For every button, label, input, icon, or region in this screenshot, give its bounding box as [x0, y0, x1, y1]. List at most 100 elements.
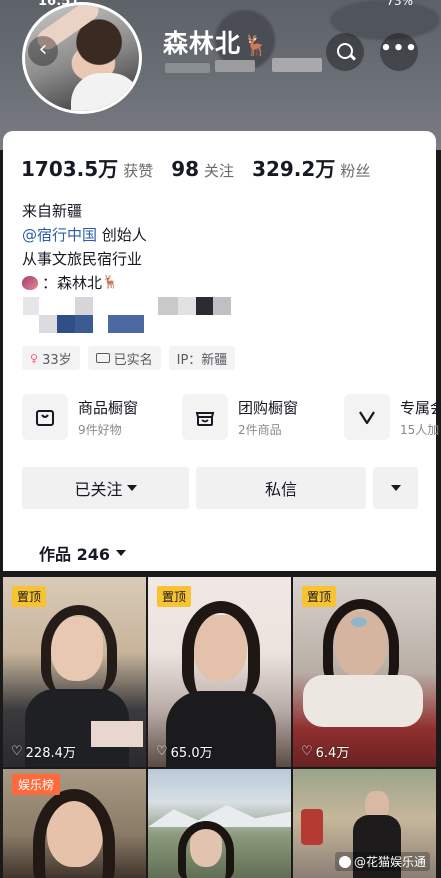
pixelated-redaction — [158, 297, 178, 315]
figure-hair — [33, 789, 115, 878]
chevron-left-icon: ‹ — [38, 37, 48, 62]
pixelated-redaction — [75, 315, 93, 333]
figure-ornament — [351, 617, 367, 627]
search-icon[interactable] — [326, 33, 364, 71]
pixelated-redaction — [39, 315, 57, 333]
tag-verified-text: 已实名 — [113, 352, 153, 368]
female-icon: ♀ — [30, 351, 39, 365]
followers-label: 粉丝 — [340, 162, 371, 180]
bag-icon — [22, 394, 68, 440]
tag-age: ♀ 33岁 — [22, 346, 80, 370]
blurred-id — [272, 58, 322, 72]
follow-button-label: 已关注 — [74, 480, 123, 499]
mention-role: 创始人 — [97, 226, 147, 244]
watermark: @花猫娱乐通 — [334, 852, 430, 871]
figure-hair — [41, 605, 117, 695]
caret-down-icon — [390, 485, 401, 491]
following-count[interactable]: 98 — [171, 157, 199, 181]
profile-stats: 1703.5万 获赞 98 关注 329.2万 粉丝 — [21, 153, 388, 182]
post-thumbnail[interactable]: 置顶 ♡ 228.4万 — [3, 577, 146, 767]
heart-icon: ♡ — [301, 744, 313, 759]
caret-down-icon — [115, 550, 126, 556]
tag-ip: IP：新疆 — [168, 346, 236, 370]
watermark-text: @花猫娱乐通 — [353, 855, 426, 869]
id-card-icon — [95, 353, 110, 363]
tab-works-label: 作品 246 — [39, 545, 110, 564]
post-likes-count: 228.4万 — [25, 746, 76, 761]
back-button[interactable]: ‹ — [28, 36, 58, 66]
pinned-badge: 置顶 — [12, 586, 47, 607]
post-likes: ♡ 65.0万 — [156, 742, 213, 761]
profile-card: 1703.5万 获赞 98 关注 329.2万 粉丝 来自新疆 @宿行中国 创始… — [3, 131, 441, 571]
shop-group-title: 团购橱窗 — [238, 398, 299, 417]
mention-link[interactable]: @宿行中国 — [22, 226, 97, 244]
profile-name: 森林北 🦌 — [163, 24, 269, 60]
status-battery: 73% — [386, 0, 413, 8]
heart-icon: ♡ — [156, 744, 168, 759]
figure-paper — [91, 721, 143, 747]
shop-goods[interactable]: 商品橱窗 9件好物 — [22, 394, 138, 440]
post-thumbnail[interactable]: 娱乐榜 — [3, 769, 146, 878]
pixelated-redaction — [178, 297, 196, 315]
shop-goods-subtitle: 9件好物 — [78, 422, 122, 437]
bio-line: ：森林北 🦌 — [22, 271, 147, 295]
post-thumbnail[interactable]: 置顶 ♡ 6.4万 — [293, 577, 436, 767]
store-icon — [182, 394, 228, 440]
heart-icon: ♡ — [11, 744, 23, 759]
profile-actions: 已关注 私信 — [22, 467, 418, 509]
v-icon — [344, 394, 390, 440]
shop-exclusive[interactable]: 专属会 15人加 — [344, 394, 441, 440]
figure-scarf — [303, 675, 423, 727]
followers-count[interactable]: 329.2万 — [252, 153, 335, 182]
deer-emoji: 🦌 — [243, 33, 269, 57]
entertainment-rank-badge: 娱乐榜 — [12, 774, 61, 795]
blurred-id — [215, 60, 255, 72]
background-figure — [301, 809, 323, 845]
more-options-button[interactable] — [373, 467, 418, 509]
profile-name-text: 森林北 — [163, 29, 242, 58]
blurred-id — [165, 63, 210, 73]
shop-exclusive-title: 专属会 — [400, 398, 441, 417]
post-likes-count: 65.0万 — [170, 746, 213, 761]
post-likes: ♡ 6.4万 — [301, 742, 349, 761]
bio-line: 从事文旅民宿行业 — [22, 250, 143, 268]
message-button[interactable]: 私信 — [196, 467, 366, 509]
post-thumbnail[interactable]: 置顶 ♡ 65.0万 — [148, 577, 291, 767]
message-button-label: 私信 — [264, 480, 297, 499]
shop-goods-title: 商品橱窗 — [78, 398, 139, 417]
likes-count[interactable]: 1703.5万 — [21, 153, 118, 182]
pixelated-redaction — [108, 315, 144, 333]
mountain-shape — [148, 805, 291, 827]
tab-works[interactable]: 作品 246 — [39, 541, 126, 565]
pixelated-redaction — [75, 297, 93, 315]
pixelated-redaction — [213, 297, 231, 315]
pixelated-redaction — [57, 315, 75, 333]
bio-line4-text: ：森林北 — [42, 274, 103, 292]
shop-group-subtitle: 2件商品 — [238, 422, 282, 437]
tag-ip-text: IP：新疆 — [176, 352, 228, 368]
pixelated-redaction — [23, 297, 39, 315]
bio-line: 来自新疆 — [22, 202, 83, 220]
profile-tags: ♀ 33岁 已实名 IP：新疆 — [22, 346, 236, 370]
more-icon[interactable]: ••• — [380, 33, 418, 71]
tag-age-text: 33岁 — [42, 352, 72, 368]
post-likes-count: 6.4万 — [315, 746, 350, 761]
pinned-badge: 置顶 — [302, 586, 337, 607]
bio-line: @宿行中国 创始人 — [22, 223, 147, 247]
figure-hair — [182, 601, 260, 701]
likes-label: 获赞 — [123, 162, 154, 180]
shop-exclusive-subtitle: 15人加 — [400, 422, 440, 437]
sweet-potato-icon — [22, 276, 38, 290]
caret-down-icon — [126, 485, 137, 491]
shop-group[interactable]: 团购橱窗 2件商品 — [182, 394, 298, 440]
post-thumbnail[interactable] — [148, 769, 291, 878]
follow-button[interactable]: 已关注 — [22, 467, 189, 509]
pixelated-redaction — [196, 297, 213, 315]
profile-bio: 来自新疆 @宿行中国 创始人 从事文旅民宿行业 ：森林北 🦌 — [22, 199, 147, 295]
pinned-badge: 置顶 — [157, 586, 192, 607]
post-thumbnail[interactable]: @花猫娱乐通 — [293, 769, 436, 878]
shop-row: 商品橱窗 9件好物 团购橱窗 2件商品 专属会 15人加 — [22, 394, 441, 450]
post-likes: ♡ 228.4万 — [11, 742, 76, 761]
deer-emoji: 🦌 — [102, 275, 119, 290]
cat-logo-icon — [338, 855, 351, 868]
